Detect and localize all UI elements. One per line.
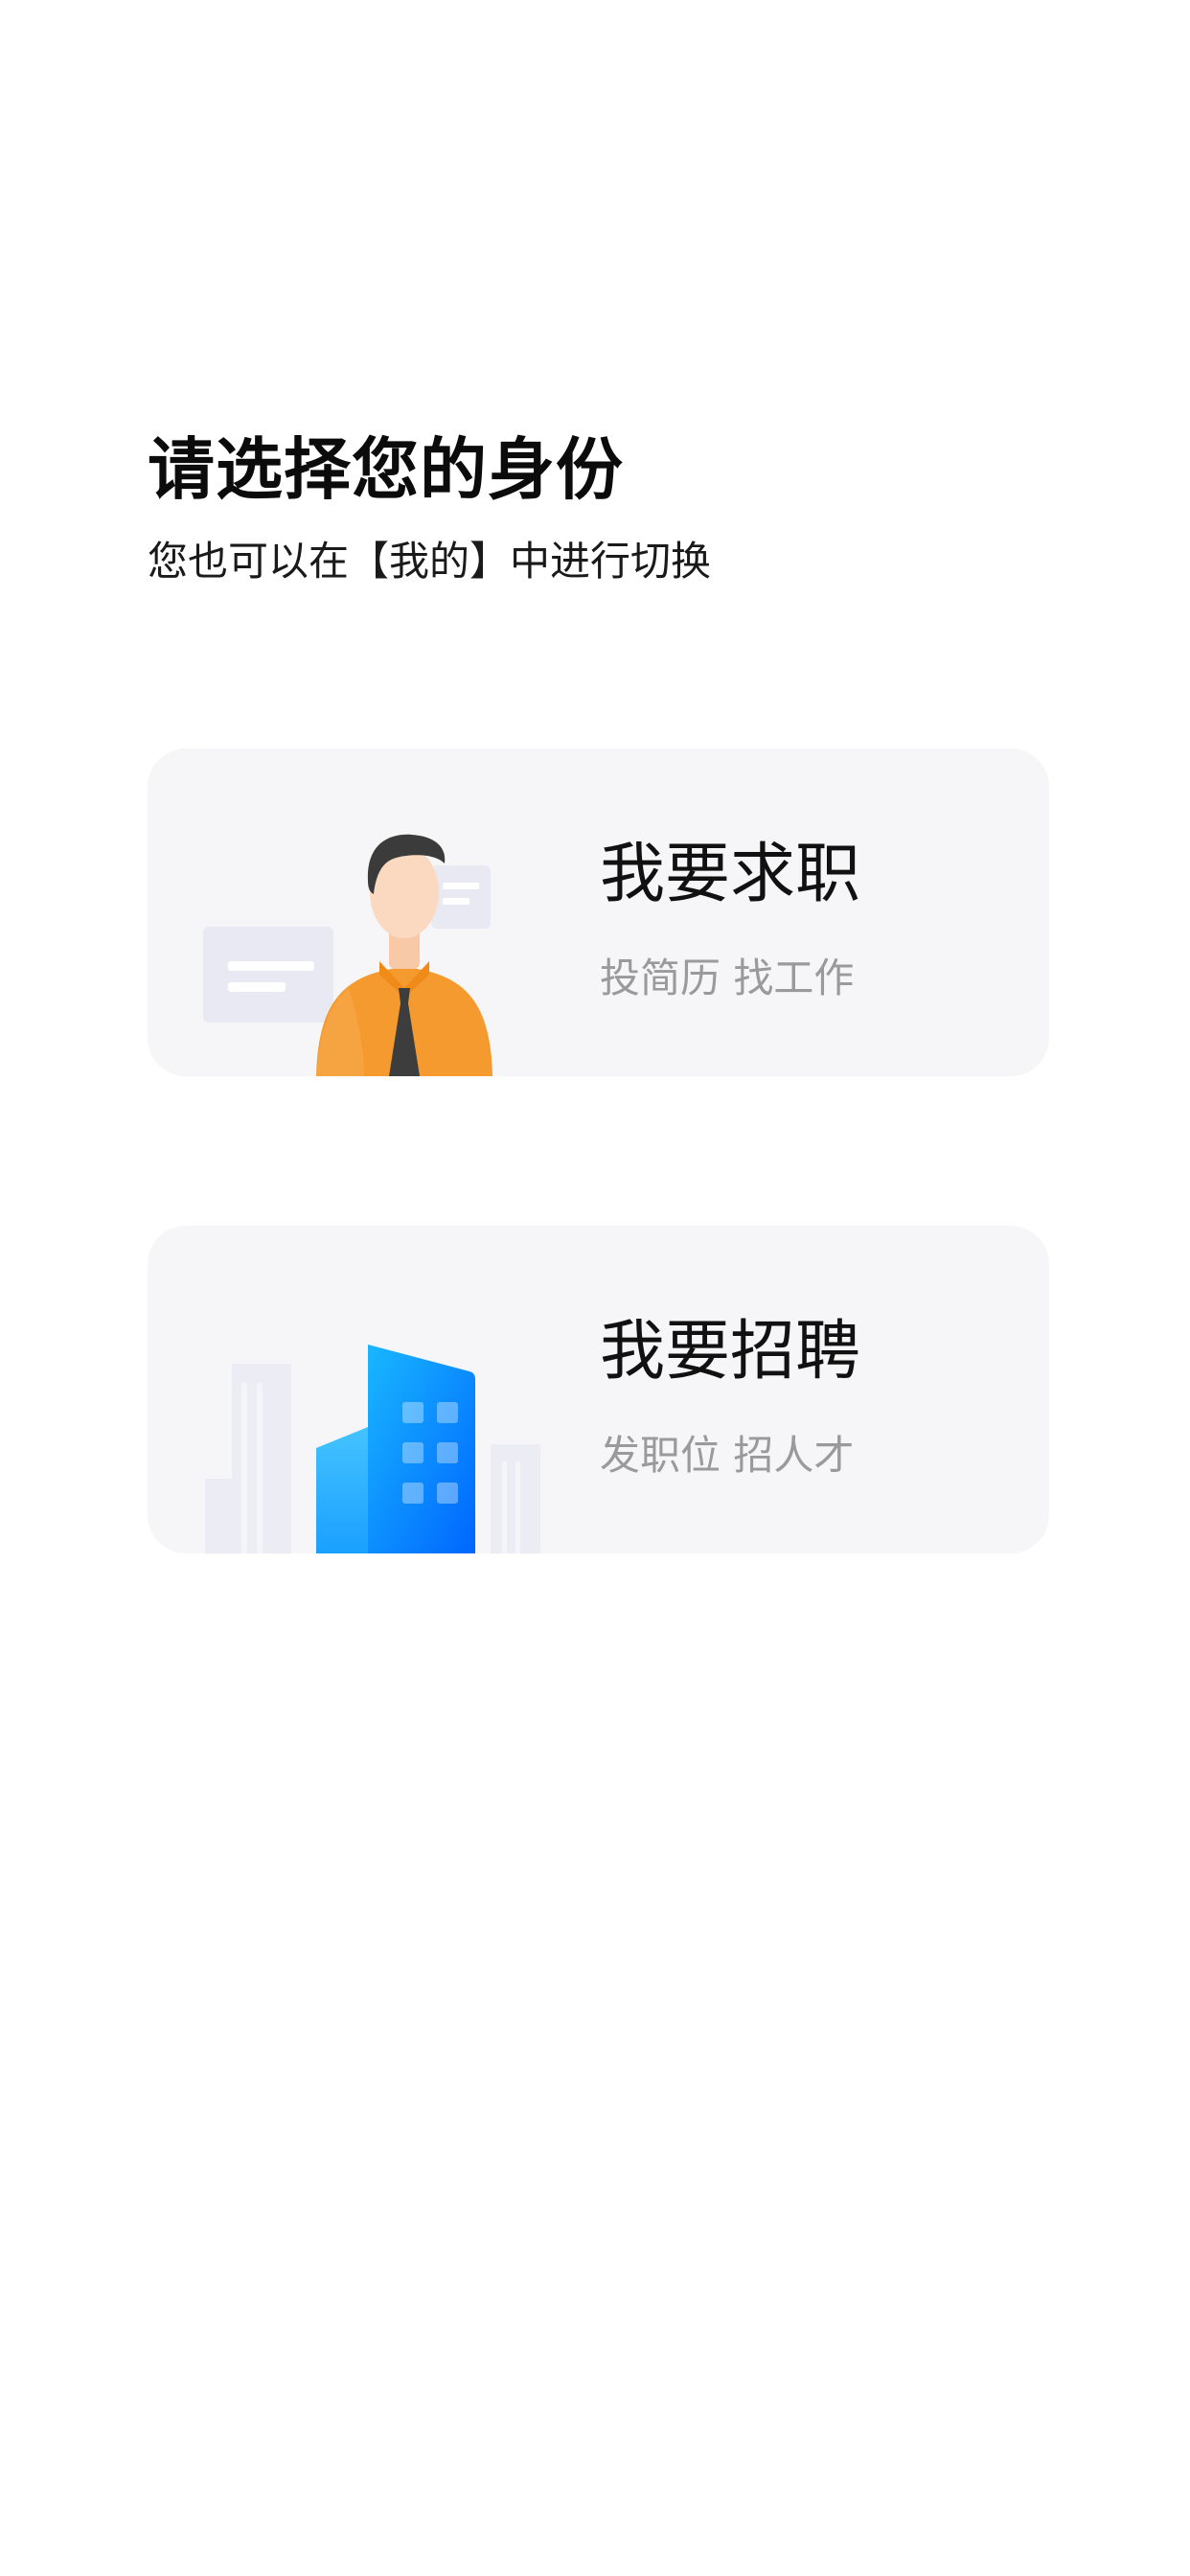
page-title: 请选择您的身份 bbox=[148, 430, 624, 509]
page-subtitle: 您也可以在【我的】中进行切换 bbox=[148, 538, 712, 585]
company-building-illustration-icon bbox=[205, 1345, 540, 1553]
recruiter-title: 我要招聘 bbox=[600, 1314, 861, 1390]
recruiter-description: 发职位 招人才 bbox=[600, 1432, 855, 1479]
job-seeker-illustration-icon bbox=[203, 834, 492, 1076]
job-seeker-description: 投简历 找工作 bbox=[600, 954, 855, 1001]
job-seeker-title: 我要求职 bbox=[600, 837, 861, 912]
recruiter-card[interactable]: 我要招聘 发职位 招人才 bbox=[148, 1226, 1049, 1553]
job-seeker-card[interactable]: 我要求职 投简历 找工作 bbox=[148, 748, 1049, 1076]
